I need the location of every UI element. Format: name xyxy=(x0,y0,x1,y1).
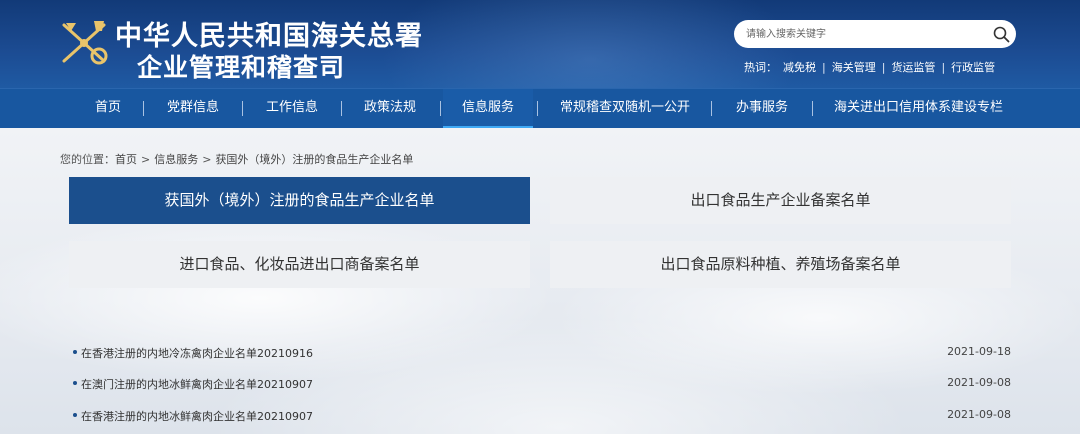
nav-separator xyxy=(711,101,712,116)
hot-separator: | xyxy=(941,60,946,74)
nav-item-party-info[interactable]: 党群信息 xyxy=(166,89,220,129)
nav-separator xyxy=(341,101,342,116)
hot-words-label: 热词： xyxy=(744,61,777,74)
nav-item-home[interactable]: 首页 xyxy=(92,89,124,129)
hot-link-haiguanguanli[interactable]: 海关管理 xyxy=(832,59,876,75)
hot-separator: | xyxy=(881,60,886,74)
breadcrumb-home[interactable]: 首页 xyxy=(115,153,137,166)
list-item-title[interactable]: 在澳门注册的内地冰鲜禽肉企业名单20210907 xyxy=(81,376,313,392)
list-item[interactable]: 在香港注册的内地冷冻禽肉企业名单20210916 2021-09-18 xyxy=(73,344,1011,362)
nav-item-random-inspection[interactable]: 常规稽查双随机一公开 xyxy=(560,89,690,129)
search-input[interactable] xyxy=(746,24,982,44)
nav-item-services[interactable]: 办事服务 xyxy=(734,89,790,129)
bullet-icon xyxy=(73,350,77,354)
search-box xyxy=(734,20,1016,48)
bullet-icon xyxy=(73,381,77,385)
customs-emblem-icon[interactable] xyxy=(58,17,110,67)
breadcrumb-separator: > xyxy=(141,153,151,166)
search-icon[interactable] xyxy=(993,26,1010,43)
breadcrumb-separator: > xyxy=(202,153,212,166)
breadcrumb-info-service[interactable]: 信息服务 xyxy=(154,153,198,166)
tab-import-food-cosmetics-traders[interactable]: 进口食品、化妆品进出口商备案名单 xyxy=(69,241,530,288)
tab-foreign-registered-food-producers[interactable]: 获国外（境外）注册的食品生产企业名单 xyxy=(69,177,530,224)
nav-item-info-service[interactable]: 信息服务 xyxy=(443,89,533,129)
breadcrumb-prefix: 您的位置： xyxy=(60,153,115,166)
tab-export-raw-material-farms[interactable]: 出口食品原料种植、养殖场备案名单 xyxy=(550,241,1011,288)
list-item-date: 2021-09-18 xyxy=(947,345,1011,358)
nav-separator xyxy=(440,101,441,116)
list-item-title[interactable]: 在香港注册的内地冷冻禽肉企业名单20210916 xyxy=(81,345,313,361)
breadcrumb-current: 获国外（境外）注册的食品生产企业名单 xyxy=(215,153,414,166)
hot-separator: | xyxy=(822,60,826,74)
main-nav: 首页 党群信息 工作信息 政策法规 信息服务 常规稽查双随机一公开 办事服务 海… xyxy=(0,88,1080,129)
nav-separator xyxy=(242,101,243,116)
list-item[interactable]: 在澳门注册的内地冰鲜禽肉企业名单20210907 2021-09-08 xyxy=(73,375,1011,393)
list-item-date: 2021-09-08 xyxy=(947,376,1011,389)
hot-words: 热词： 减免税 | 海关管理 | 货运监管 | 行政监管 xyxy=(744,59,995,75)
list-item[interactable]: 在香港注册的内地冰鲜禽肉企业名单20210907 2021-09-08 xyxy=(73,407,1011,425)
site-title-sub: 企业管理和稽查司 xyxy=(137,53,346,82)
hot-link-xingzhengjianguan[interactable]: 行政监管 xyxy=(951,59,995,75)
list-item-title[interactable]: 在香港注册的内地冰鲜禽肉企业名单20210907 xyxy=(81,408,313,424)
list-item-date: 2021-09-08 xyxy=(947,408,1011,421)
nav-item-credit-column[interactable]: 海关进出口信用体系建设专栏 xyxy=(834,89,1003,129)
nav-separator xyxy=(143,101,144,116)
nav-item-policy[interactable]: 政策法规 xyxy=(362,89,418,129)
breadcrumb: 您的位置：首页 > 信息服务 > 获国外（境外）注册的食品生产企业名单 xyxy=(60,151,413,167)
tab-export-food-producers[interactable]: 出口食品生产企业备案名单 xyxy=(550,177,1011,224)
hot-link-jianmianshui[interactable]: 减免税 xyxy=(783,59,816,75)
nav-item-work-info[interactable]: 工作信息 xyxy=(264,89,320,129)
nav-separator xyxy=(812,101,813,116)
bullet-icon xyxy=(73,413,77,417)
site-header: 中华人民共和国海关总署 企业管理和稽查司 热词： 减免税 | 海关管理 | 货运… xyxy=(0,0,1080,88)
nav-separator xyxy=(537,101,538,116)
hot-link-huoyunjianguan[interactable]: 货运监管 xyxy=(891,59,935,75)
